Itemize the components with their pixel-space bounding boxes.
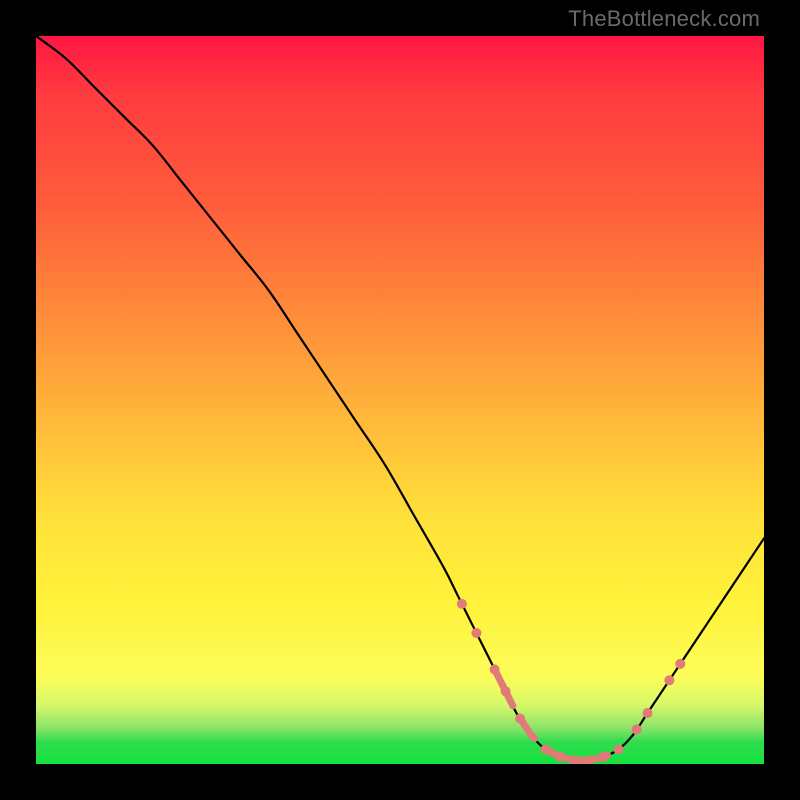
curve-svg [36, 36, 764, 764]
marker-dots [457, 599, 685, 764]
marker-dot [555, 752, 565, 762]
watermark-text: TheBottleneck.com [568, 6, 760, 32]
bottleneck-curve [36, 36, 764, 761]
marker-dot [471, 628, 481, 638]
marker-dot [541, 744, 551, 754]
marker-dot [490, 664, 500, 674]
marker-segments [495, 669, 608, 760]
marker-dot [613, 744, 623, 754]
marker-dot [632, 724, 642, 734]
marker-dot [675, 659, 685, 669]
marker-dot [599, 752, 609, 762]
marker-dot [643, 708, 653, 718]
marker-dot [515, 714, 525, 724]
marker-dot [457, 599, 467, 609]
plot-area [36, 36, 764, 764]
marker-dot [501, 686, 511, 696]
chart-frame: TheBottleneck.com [0, 0, 800, 800]
marker-dot [664, 675, 674, 685]
